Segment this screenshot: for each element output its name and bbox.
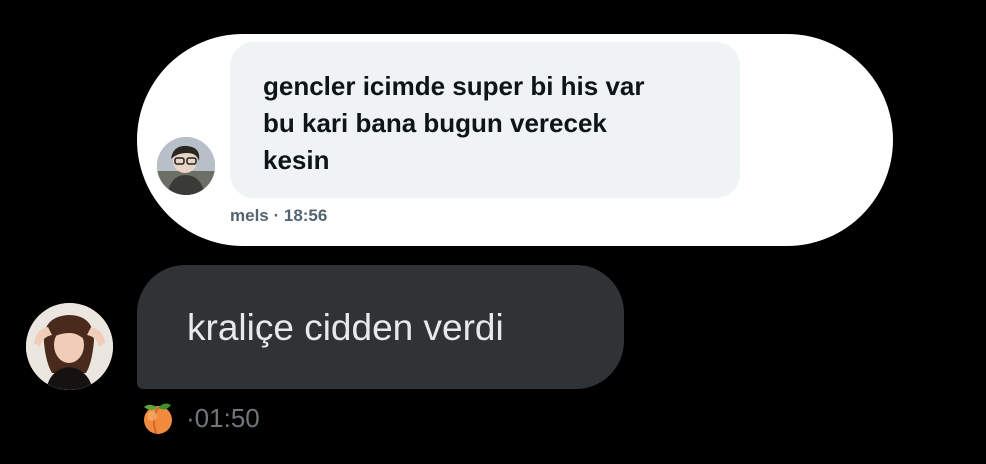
quoted-message-meta: mels · 18:56 [230,206,327,226]
meta-separator: · [268,206,284,225]
meta-separator: · [186,402,195,433]
reply-message-meta: ·01:50 [140,399,260,437]
quoted-message-card[interactable]: gencler icimde super bi his var bu kari … [137,34,893,246]
quoted-message-time: 18:56 [283,206,328,225]
reply-message-text: kraliçe cidden verdi [187,307,504,348]
reply-message-time: ·01:50 [186,403,260,434]
quoted-author-name: mels [230,206,269,225]
dm-conversation: gencler icimde super bi his var bu kari … [0,0,986,464]
reply-author-avatar[interactable] [26,303,113,390]
reply-time-value: 01:50 [194,402,260,433]
reply-message-bubble[interactable]: kraliçe cidden verdi [137,265,624,389]
user-avatar-icon [157,137,215,195]
quoted-message-bubble: gencler icimde super bi his var bu kari … [230,42,740,198]
quoted-message-text: gencler icimde super bi his var bu kari … [263,71,645,175]
user-avatar-icon [26,303,113,390]
peach-emoji-icon[interactable] [140,400,176,436]
quoted-author-avatar[interactable] [157,137,215,195]
